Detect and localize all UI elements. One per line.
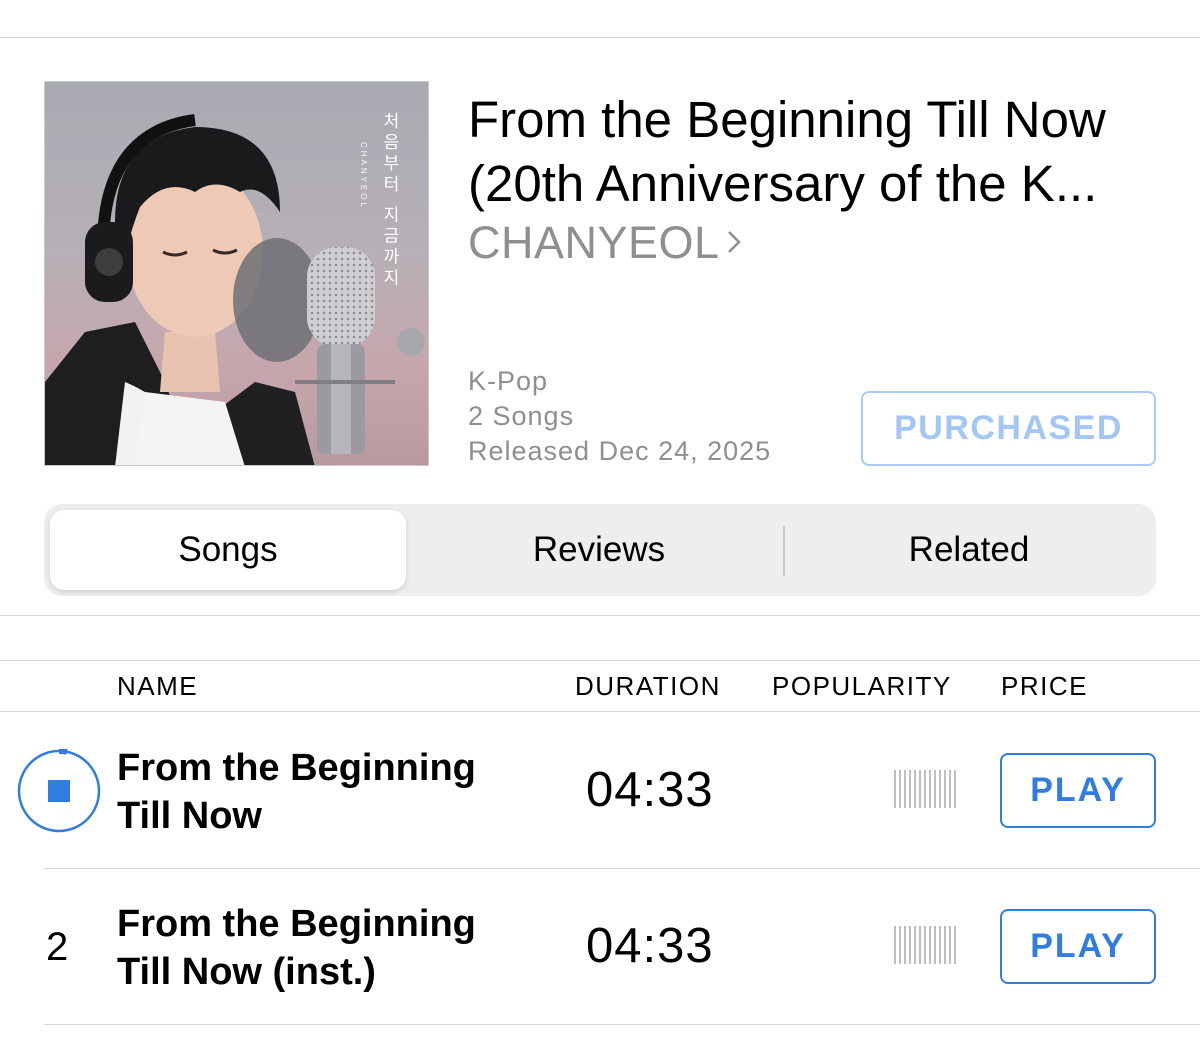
column-header-price[interactable]: PRICE [1001,671,1088,702]
track-name-line2: Till Now [117,795,262,837]
album-title-line1: From the Beginning Till Now [468,91,1106,148]
tab-reviews[interactable]: Reviews [414,510,784,590]
track-name: From the Beginning Till Now [117,744,476,840]
album-song-count: 2 Songs [468,401,575,431]
popularity-bar [894,926,958,964]
album-title-line2: (20th Anniversary of the K... [468,155,1098,212]
tab-related[interactable]: Related [786,510,1152,590]
section-divider [0,615,1200,616]
tab-divider [783,526,785,576]
album-release-date: Released Dec 24, 2025 [468,436,772,466]
track-name-line1: From the Beginning [117,903,476,945]
tab-songs[interactable]: Songs [50,510,406,590]
play-button[interactable]: PLAY [1000,753,1156,828]
tab-related-label: Related [908,530,1030,569]
cover-title-korean: 처음부터 지금까지 [379,112,399,290]
chevron-right-icon [726,218,742,274]
album-genre: K-Pop [468,366,549,396]
tab-reviews-label: Reviews [532,530,666,569]
tab-songs-label: Songs [178,530,278,569]
track-name: From the Beginning Till Now (inst.) [117,900,476,996]
cover-artwork [45,114,425,465]
row-divider [44,1024,1200,1025]
track-name-line1: From the Beginning [117,747,476,789]
play-button[interactable]: PLAY [1000,909,1156,984]
column-header-name[interactable]: NAME [117,671,198,702]
top-divider [0,37,1200,38]
stop-progress-icon[interactable] [17,747,101,833]
column-header-duration[interactable]: DURATION [575,671,721,702]
album-title: From the Beginning Till Now (20th Annive… [468,88,1168,216]
tab-bar: Songs Reviews Related [44,504,1156,596]
cover-artist-text: CHANYEOL [359,142,368,211]
popularity-bar [894,770,958,808]
purchased-button[interactable]: PURCHASED [861,391,1156,466]
column-header-popularity[interactable]: POPULARITY [772,671,952,702]
artist-link[interactable]: CHANYEOL [468,212,742,274]
track-duration: 04:33 [586,919,714,973]
album-page: 처음부터 지금까지 CHANYEOL From the Beginning Ti… [0,0,1200,1055]
table-row[interactable]: 2 From the Beginning Till Now (inst.) 04… [0,869,1200,1024]
album-cover[interactable]: 처음부터 지금까지 CHANYEOL [44,81,429,466]
table-row[interactable]: From the Beginning Till Now 04:33 PLAY [0,712,1200,868]
track-name-line2: Till Now (inst.) [117,951,376,993]
table-header-top-divider [0,660,1200,661]
track-duration: 04:33 [586,763,714,817]
track-number: 2 [46,925,69,969]
album-meta: K-Pop 2 Songs Released Dec 24, 2025 [468,364,771,469]
artist-name: CHANYEOL [468,217,720,268]
